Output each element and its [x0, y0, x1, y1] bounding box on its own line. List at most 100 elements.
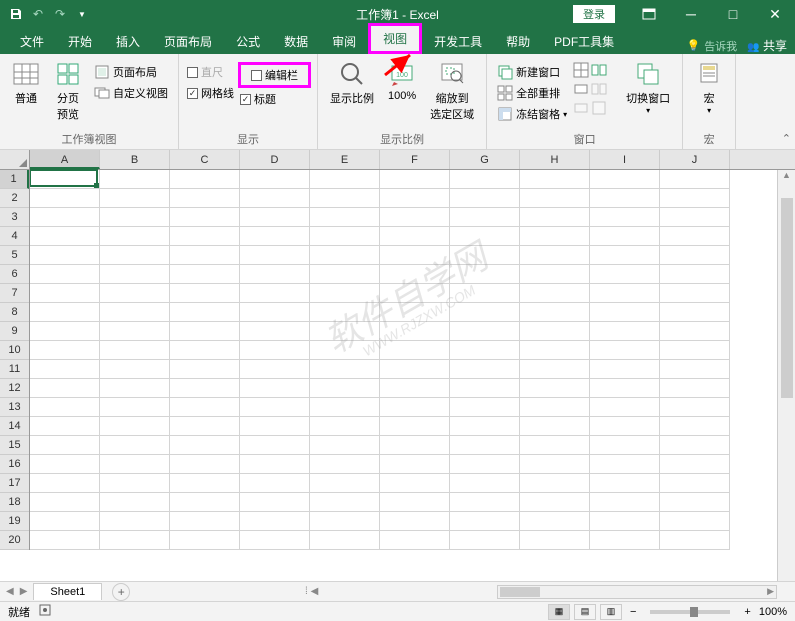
add-sheet-button[interactable]: +: [112, 583, 130, 601]
cell[interactable]: [240, 417, 310, 436]
gridlines-checkbox[interactable]: 网格线: [185, 83, 236, 103]
zoom-in-button[interactable]: +: [740, 606, 754, 618]
cell[interactable]: [310, 512, 380, 531]
cell[interactable]: [170, 227, 240, 246]
cell[interactable]: [380, 398, 450, 417]
column-header[interactable]: B: [100, 150, 170, 169]
cell[interactable]: [100, 379, 170, 398]
cell[interactable]: [100, 474, 170, 493]
cell[interactable]: [170, 341, 240, 360]
zoom-level[interactable]: 100%: [759, 606, 787, 618]
cell[interactable]: [170, 360, 240, 379]
page-break-preview-button[interactable]: 分页 预览: [48, 58, 88, 124]
cell[interactable]: [660, 398, 730, 417]
cell[interactable]: [100, 322, 170, 341]
row-header[interactable]: 16: [0, 455, 29, 474]
cell[interactable]: [660, 512, 730, 531]
cell[interactable]: [30, 493, 100, 512]
cell[interactable]: [170, 512, 240, 531]
cell[interactable]: [590, 360, 660, 379]
cell[interactable]: [380, 246, 450, 265]
cell[interactable]: [310, 341, 380, 360]
cell[interactable]: [520, 455, 590, 474]
cell[interactable]: [450, 303, 520, 322]
cell[interactable]: [590, 170, 660, 189]
cell[interactable]: [590, 379, 660, 398]
cell[interactable]: [380, 455, 450, 474]
cell[interactable]: [30, 303, 100, 322]
cell[interactable]: [240, 360, 310, 379]
cell[interactable]: [380, 208, 450, 227]
cell[interactable]: [450, 360, 520, 379]
column-header[interactable]: D: [240, 150, 310, 169]
cell[interactable]: [240, 436, 310, 455]
cell[interactable]: [310, 303, 380, 322]
cell[interactable]: [240, 455, 310, 474]
cell[interactable]: [170, 303, 240, 322]
zoom-out-button[interactable]: −: [626, 606, 640, 618]
cell[interactable]: [520, 493, 590, 512]
cell[interactable]: [590, 436, 660, 455]
cell[interactable]: [520, 170, 590, 189]
cell[interactable]: [520, 284, 590, 303]
view-side-by-side-icon[interactable]: [591, 62, 607, 78]
cell[interactable]: [240, 379, 310, 398]
cell[interactable]: [30, 512, 100, 531]
cell[interactable]: [170, 246, 240, 265]
cell[interactable]: [660, 189, 730, 208]
zoom-slider[interactable]: [650, 610, 730, 614]
cell[interactable]: [450, 170, 520, 189]
cell[interactable]: [380, 170, 450, 189]
cell[interactable]: [240, 246, 310, 265]
cell[interactable]: [100, 531, 170, 550]
cell[interactable]: [170, 170, 240, 189]
cell[interactable]: [520, 341, 590, 360]
cell[interactable]: [310, 417, 380, 436]
tab-review[interactable]: 审阅: [320, 29, 368, 54]
cell[interactable]: [660, 170, 730, 189]
cell[interactable]: [100, 246, 170, 265]
row-header[interactable]: 5: [0, 246, 29, 265]
cell[interactable]: [660, 379, 730, 398]
cell[interactable]: [240, 341, 310, 360]
macro-record-icon[interactable]: [38, 603, 52, 620]
column-header[interactable]: E: [310, 150, 380, 169]
new-window-button[interactable]: 新建窗口: [493, 62, 571, 82]
cell[interactable]: [310, 379, 380, 398]
cell[interactable]: [380, 360, 450, 379]
cell[interactable]: [450, 493, 520, 512]
tab-help[interactable]: 帮助: [494, 29, 542, 54]
cell[interactable]: [590, 417, 660, 436]
macros-button[interactable]: 宏 ▾: [689, 58, 729, 117]
cell[interactable]: [310, 493, 380, 512]
ribbon-display-icon[interactable]: [629, 0, 669, 28]
cell[interactable]: [520, 436, 590, 455]
cell[interactable]: [170, 284, 240, 303]
freeze-panes-button[interactable]: 冻结窗格 ▾: [493, 104, 571, 124]
cell[interactable]: [450, 265, 520, 284]
cell[interactable]: [30, 474, 100, 493]
row-header[interactable]: 9: [0, 322, 29, 341]
cell[interactable]: [590, 531, 660, 550]
cell[interactable]: [310, 227, 380, 246]
row-header[interactable]: 1: [0, 170, 29, 189]
cell[interactable]: [520, 360, 590, 379]
sheet-nav[interactable]: ◀ ▶: [0, 586, 33, 597]
page-break-view-icon[interactable]: ▥: [600, 604, 622, 620]
cell[interactable]: [30, 227, 100, 246]
tab-formulas[interactable]: 公式: [224, 29, 272, 54]
cell[interactable]: [240, 303, 310, 322]
cell[interactable]: [660, 455, 730, 474]
cell[interactable]: [520, 208, 590, 227]
cell[interactable]: [590, 208, 660, 227]
cell[interactable]: [100, 512, 170, 531]
zoom-button[interactable]: 显示比例: [324, 58, 380, 108]
cell[interactable]: [310, 170, 380, 189]
column-header[interactable]: C: [170, 150, 240, 169]
cell[interactable]: [660, 208, 730, 227]
cell[interactable]: [30, 455, 100, 474]
cell[interactable]: [30, 398, 100, 417]
cell[interactable]: [310, 398, 380, 417]
cell[interactable]: [450, 322, 520, 341]
cell[interactable]: [30, 341, 100, 360]
